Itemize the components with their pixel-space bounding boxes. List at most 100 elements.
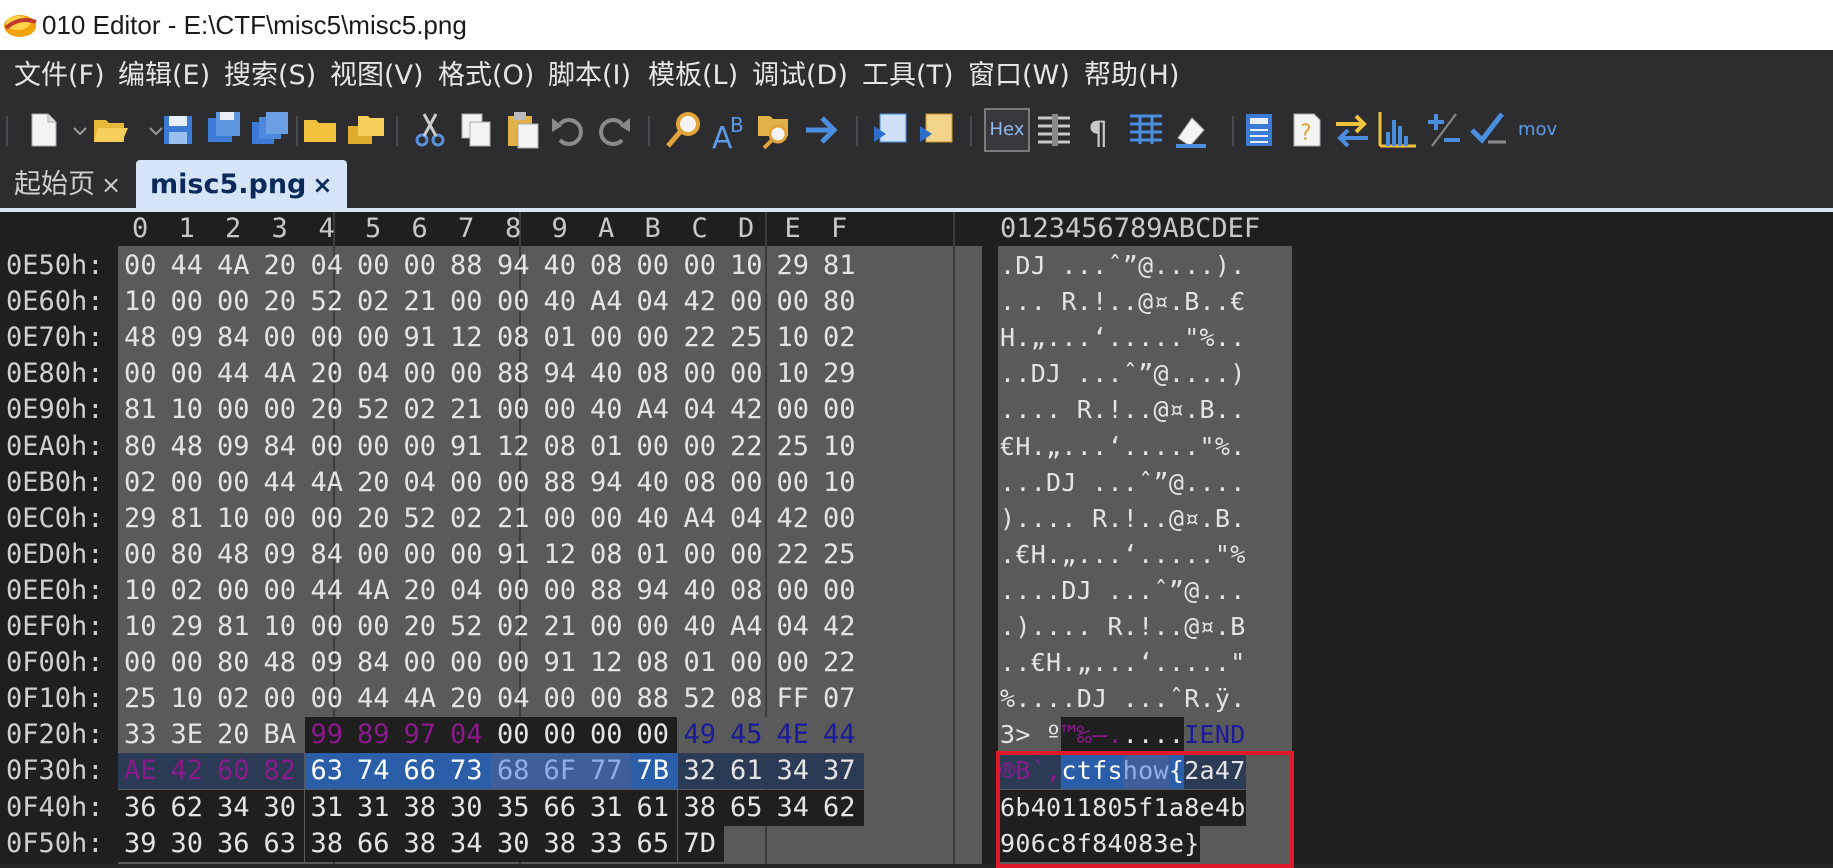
- ascii-char[interactable]: ˆ: [1154, 573, 1169, 609]
- hex-byte[interactable]: 00: [544, 717, 577, 753]
- hex-byte[interactable]: 00: [777, 284, 810, 320]
- hex-byte[interactable]: 65: [637, 826, 670, 862]
- menu-help[interactable]: 帮助(H): [1084, 58, 1179, 94]
- hex-byte[interactable]: 02: [404, 392, 437, 428]
- ascii-char[interactable]: .: [1184, 392, 1199, 428]
- ascii-char[interactable]: .: [1061, 429, 1076, 465]
- hex-byte[interactable]: 00: [311, 609, 344, 645]
- hex-byte[interactable]: 84: [311, 537, 344, 573]
- ascii-char[interactable]: .: [1138, 392, 1153, 428]
- hex-byte[interactable]: 00: [730, 537, 763, 573]
- ascii-char[interactable]: €: [1000, 429, 1015, 465]
- hex-byte[interactable]: 33: [590, 826, 623, 862]
- hex-byte[interactable]: 08: [730, 573, 763, 609]
- hex-byte[interactable]: 88: [497, 356, 530, 392]
- hex-byte[interactable]: 20: [404, 573, 437, 609]
- ascii-char[interactable]: E: [1200, 717, 1215, 753]
- hex-byte[interactable]: 29: [171, 609, 204, 645]
- ascii-char[interactable]: .: [1092, 537, 1107, 573]
- hex-byte[interactable]: 20: [311, 356, 344, 392]
- hex-byte[interactable]: 00: [637, 717, 670, 753]
- hex-byte[interactable]: 04: [404, 465, 437, 501]
- ascii-char[interactable]: .: [1107, 501, 1122, 537]
- hex-byte[interactable]: 40: [637, 501, 670, 537]
- ascii-char[interactable]: .: [1015, 645, 1030, 681]
- hex-byte[interactable]: 00: [637, 248, 670, 284]
- hex-byte[interactable]: 00: [684, 356, 717, 392]
- hex-byte[interactable]: 00: [637, 429, 670, 465]
- hex-byte[interactable]: 00: [450, 356, 483, 392]
- ascii-char[interactable]: .: [1046, 609, 1061, 645]
- ascii-char[interactable]: .: [1154, 429, 1169, 465]
- goto-icon[interactable]: [800, 108, 844, 152]
- ascii-char[interactable]: .: [1169, 356, 1184, 392]
- hex-byte[interactable]: 00: [357, 320, 390, 356]
- save-icon[interactable]: [156, 108, 200, 152]
- ascii-char[interactable]: „: [1077, 645, 1092, 681]
- hex-byte[interactable]: 04: [730, 501, 763, 537]
- ascii-char[interactable]: .: [1000, 284, 1015, 320]
- hex-byte[interactable]: 00: [544, 573, 577, 609]
- hex-byte[interactable]: 02: [124, 465, 157, 501]
- hex-byte[interactable]: 6F: [544, 753, 577, 789]
- hex-byte[interactable]: 61: [637, 790, 670, 826]
- hex-byte[interactable]: 66: [357, 826, 390, 862]
- ascii-char[interactable]: .: [1092, 645, 1107, 681]
- hex-byte[interactable]: 10: [124, 573, 157, 609]
- ascii-char[interactable]: ˆ: [1123, 356, 1138, 392]
- hex-byte[interactable]: 63: [264, 826, 297, 862]
- hex-byte[interactable]: 34: [450, 826, 483, 862]
- save-as-icon[interactable]: [202, 108, 246, 152]
- hex-byte[interactable]: 00: [450, 645, 483, 681]
- hex-byte[interactable]: 00: [497, 284, 530, 320]
- ascii-char[interactable]: .: [1123, 681, 1138, 717]
- ascii-char[interactable]: @: [1184, 573, 1199, 609]
- hex-byte[interactable]: 20: [404, 609, 437, 645]
- hex-byte[interactable]: 04: [311, 248, 344, 284]
- ascii-char[interactable]: „: [1046, 429, 1061, 465]
- hex-byte[interactable]: 00: [823, 392, 856, 428]
- ascii-char[interactable]: .: [1169, 284, 1184, 320]
- hex-byte[interactable]: 00: [264, 320, 297, 356]
- ascii-char[interactable]: º: [1046, 717, 1061, 753]
- ascii-char[interactable]: >: [1015, 717, 1030, 753]
- ascii-char[interactable]: D: [1061, 573, 1076, 609]
- ascii-char[interactable]: .: [1077, 356, 1092, 392]
- ascii-char[interactable]: .: [1061, 645, 1076, 681]
- ascii-char[interactable]: €: [1031, 645, 1046, 681]
- ascii-char[interactable]: .: [1184, 356, 1199, 392]
- ascii-char[interactable]: H: [1015, 429, 1030, 465]
- ascii-char[interactable]: €: [1230, 284, 1245, 320]
- hex-byte[interactable]: 02: [497, 609, 530, 645]
- undo-icon[interactable]: [546, 108, 590, 152]
- hex-byte[interactable]: 00: [497, 392, 530, 428]
- hex-byte[interactable]: 39: [124, 826, 157, 862]
- hex-byte[interactable]: 4A: [264, 356, 297, 392]
- hex-byte[interactable]: 81: [217, 609, 250, 645]
- hex-byte[interactable]: 4A: [357, 573, 390, 609]
- hex-byte[interactable]: 00: [590, 320, 623, 356]
- ascii-char[interactable]: .: [1215, 392, 1230, 428]
- hex-byte[interactable]: 40: [590, 392, 623, 428]
- ascii-char[interactable]: .: [1061, 681, 1076, 717]
- hex-byte[interactable]: 01: [684, 645, 717, 681]
- hex-byte[interactable]: AE: [124, 753, 157, 789]
- hex-byte[interactable]: 94: [590, 465, 623, 501]
- calculator-icon[interactable]: [1238, 108, 1282, 152]
- hex-byte[interactable]: 00: [497, 465, 530, 501]
- menu-edit[interactable]: 编辑(E): [118, 58, 210, 94]
- multi-folder-icon[interactable]: [344, 108, 388, 152]
- hex-byte[interactable]: 22: [823, 645, 856, 681]
- hex-byte[interactable]: 44: [171, 248, 204, 284]
- hex-byte[interactable]: 08: [637, 645, 670, 681]
- hex-byte[interactable]: 08: [730, 681, 763, 717]
- ascii-char[interactable]: .: [1169, 645, 1184, 681]
- ascii-char[interactable]: .: [1169, 429, 1184, 465]
- hex-byte[interactable]: 42: [777, 501, 810, 537]
- hex-byte[interactable]: 21: [450, 392, 483, 428]
- chevron-down-icon[interactable]: [58, 108, 87, 152]
- ascii-char[interactable]: .: [1138, 717, 1153, 753]
- hex-byte[interactable]: 32: [684, 753, 717, 789]
- ascii-char[interactable]: .: [1215, 465, 1230, 501]
- hex-byte[interactable]: 00: [124, 537, 157, 573]
